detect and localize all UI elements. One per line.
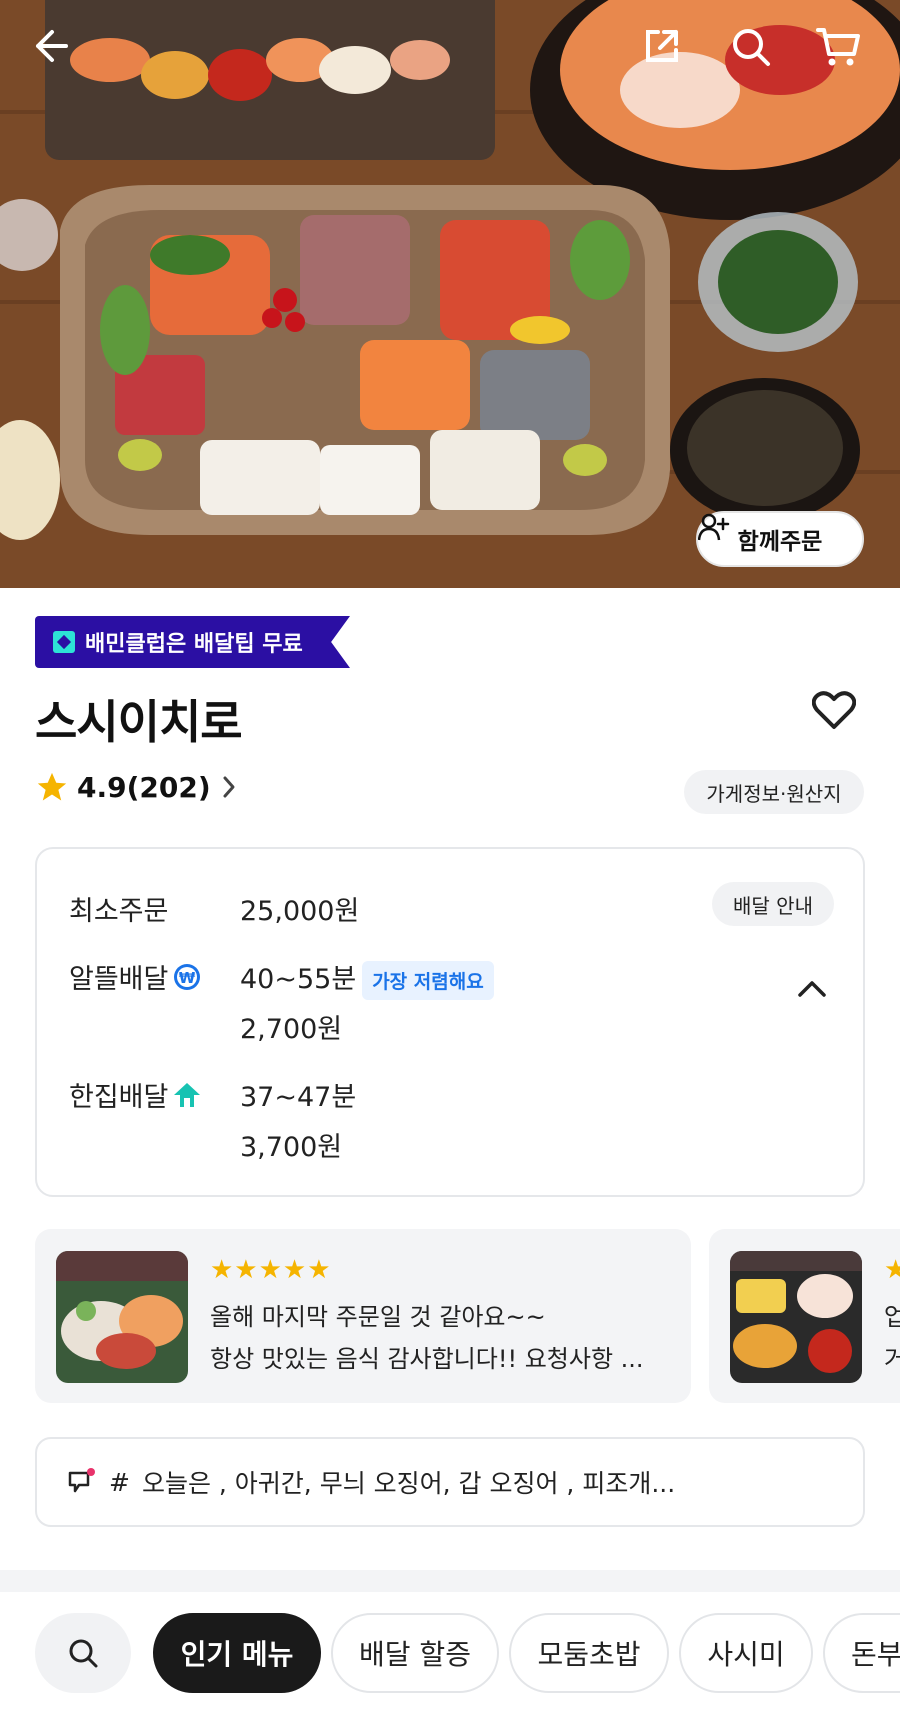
favorite-heart-icon[interactable] [811,690,866,740]
add-person-icon [698,513,730,541]
chevron-up-icon[interactable] [797,979,827,1009]
notice-text: 오늘은 , 아귀간, 무늬 오징어, 갑 오징어 , 피조개... [141,1469,676,1498]
min-order-label: 최소주문 [69,896,169,927]
tab-sashimi[interactable]: 사시미 [679,1613,813,1693]
saver-delivery-label: 알뜰배달 ₩ [69,957,202,996]
back-arrow-icon[interactable] [30,26,82,78]
store-name: 스시이치로 [35,695,243,749]
review-stars: ★ [884,1255,900,1285]
single-delivery-fee: 3,700원 [240,1132,343,1163]
delivery-info-box: 최소주문 25,000원 배달 안내 알뜰배달 ₩ 40~55분 가장 저렴해요 … [35,847,865,1197]
saver-delivery-fee: 2,700원 [240,1014,343,1045]
section-divider [0,1570,900,1592]
star-icon [37,772,67,801]
single-delivery-label: 한집배달 [69,1075,202,1114]
min-order-value: 25,000원 [240,896,360,927]
search-icon [69,1639,98,1668]
baemin-club-logo-icon [53,631,75,653]
rating-value: 4.9(202) [77,770,211,804]
club-banner-text: 배민클럽은 배달팁 무료 [85,632,303,657]
review-text-line2: 거 [884,1345,900,1373]
saver-delivery-time: 40~55분 [240,964,357,995]
share-icon[interactable] [642,26,694,78]
won-coin-icon: ₩ [174,963,201,990]
search-icon[interactable] [730,26,782,78]
notice-hash: # [109,1467,130,1497]
tab-assorted-sushi[interactable]: 모둠초밥 [509,1613,669,1693]
baemin-club-banner[interactable]: 배민클럽은 배달팁 무료 [35,616,350,668]
menu-search-button[interactable] [35,1613,131,1693]
review-text-line1: 업 [884,1303,900,1331]
review-text-line2: 항상 맛있는 음식 감사합니다!! 요청사항 ... [210,1345,644,1373]
svg-text:₩: ₩ [179,969,196,987]
together-order-label: 함께주문 [737,529,823,555]
delivery-guide-chip[interactable]: 배달 안내 [712,882,834,926]
single-delivery-text: 한집배달 [69,1082,169,1113]
review-photo [56,1251,188,1383]
single-delivery-time: 37~47분 [240,1082,357,1113]
chevron-right-icon [223,776,235,798]
store-info-origin-chip[interactable]: 가게정보·원산지 [684,770,864,814]
review-photo [730,1251,862,1383]
review-card[interactable]: ★ 업 거 [709,1229,900,1403]
hero-food-image: 함께주문 [0,0,900,588]
house-icon [174,1082,201,1107]
together-order-button[interactable]: 함께주문 [696,511,864,567]
tab-delivery-surcharge[interactable]: 배달 할증 [331,1613,499,1693]
cheapest-badge: 가장 저렴해요 [362,961,494,1000]
review-card[interactable]: ★★★★★ 올해 마지막 주문일 것 같아요~~ 항상 맛있는 음식 감사합니다… [35,1229,691,1403]
tab-donburi[interactable]: 돈부 [823,1613,900,1693]
cart-icon[interactable] [816,26,868,78]
megaphone-icon [68,1468,95,1493]
owner-notice[interactable]: # 오늘은 , 아귀간, 무늬 오징어, 갑 오징어 , 피조개... [35,1437,865,1527]
tab-popular-menu[interactable]: 인기 메뉴 [153,1613,321,1693]
review-text-line1: 올해 마지막 주문일 것 같아요~~ [210,1303,546,1331]
rating-link[interactable]: 4.9(202) [35,770,239,804]
saver-delivery-text: 알뜰배달 [69,964,169,995]
saver-delivery-time-row: 40~55분 가장 저렴해요 [240,957,494,1000]
review-stars: ★★★★★ [210,1255,332,1285]
